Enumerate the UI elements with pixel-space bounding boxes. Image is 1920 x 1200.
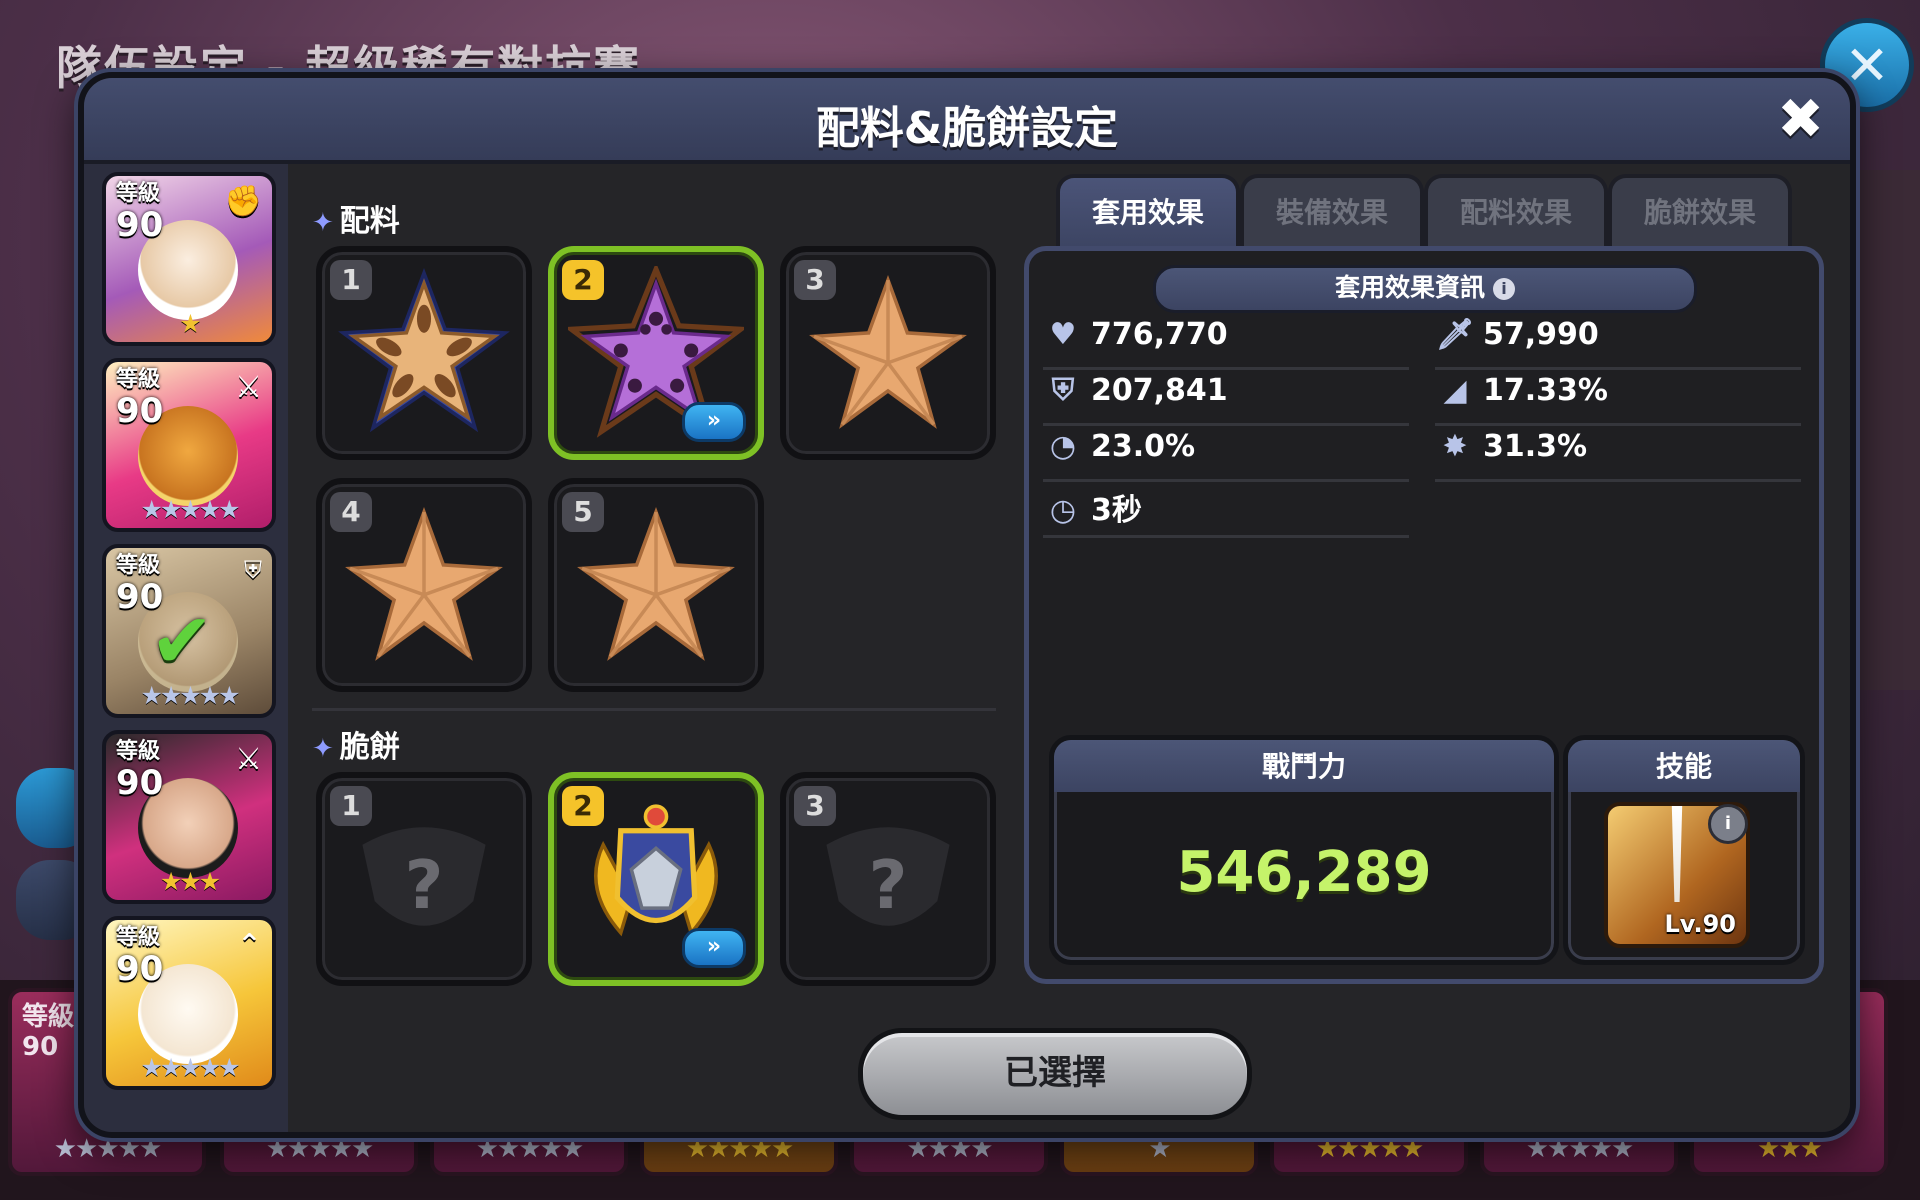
slot-number: 3 (794, 260, 836, 300)
slot-number: 2 (562, 260, 604, 300)
svg-text:?: ? (869, 846, 908, 924)
stat-defense: ⛨ 207,841 (1043, 373, 1409, 426)
level-value: 90 (116, 949, 164, 989)
cookie-roster: 等級 90 ✊ ★ 等級 90 ⚔ ★★★★★ 等級 90 ⛨ ✔ ★★★★★ … (84, 164, 288, 1132)
cookie-portrait-2[interactable]: 等級 90 ⚔ ★★★★★ (102, 358, 276, 532)
cooldown-icon: ◔ (1049, 429, 1077, 464)
topping-slot-5[interactable]: 5 (548, 478, 764, 692)
fist-icon: ✊ (224, 184, 262, 219)
sword-icon: ⚔ (235, 370, 262, 405)
cookie-portrait-4[interactable]: 等級 90 ⚔ ★★★ (102, 730, 276, 904)
stat-value: 17.33% (1483, 373, 1608, 408)
level-label: 等級 (116, 181, 161, 206)
upgrade-arrow-button[interactable]: » (682, 928, 746, 968)
topping-tart-dialog: 配料&脆餅設定 ✖ 等級 90 ✊ ★ 等級 90 ⚔ ★★★★★ 等級 90 … (78, 72, 1856, 1138)
star-rating: ★★★★★ (140, 681, 240, 710)
tab-equipment-effects[interactable]: 裝備效果 (1240, 174, 1424, 250)
upgrade-arrow-button[interactable]: » (682, 402, 746, 442)
star-rating: ★★★★★ (140, 495, 240, 524)
cookie-portrait-5[interactable]: 等級 90 ⌃ ★★★★★ (102, 916, 276, 1090)
star-rating: ★★★★★ (140, 1053, 240, 1082)
slot-number: 1 (330, 786, 372, 826)
stat-value: 207,841 (1091, 373, 1228, 408)
stat-hp: ♥ 776,770 (1043, 317, 1409, 370)
stat-value: 776,770 (1091, 317, 1228, 352)
tart-slot-3[interactable]: ? 3 (780, 772, 996, 986)
level-label: 等級 (116, 367, 161, 392)
checkmark-icon: ✔ (150, 596, 214, 685)
level-value: 90 (116, 205, 164, 245)
tab-applied-effects[interactable]: 套用效果 (1056, 174, 1240, 250)
chevron-up-icon: ⌃ (236, 928, 262, 963)
dialog-title: 配料&脆餅設定 (815, 103, 1119, 154)
stat-value: 23.0% (1091, 429, 1196, 464)
cookie-portrait-3[interactable]: 等級 90 ⛨ ✔ ★★★★★ (102, 544, 276, 718)
skill-icon[interactable]: Lv.90 i (1604, 802, 1750, 948)
star-rating: ★★★ (159, 867, 221, 896)
slot-number: 5 (562, 492, 604, 532)
tab-tart-effects[interactable]: 脆餅效果 (1608, 174, 1792, 250)
stats-panel: 套用效果資訊 i ♥ 776,770 🗡 57,990 ⛨ 207,841 ◢ 17.33… (1024, 246, 1824, 984)
selected-confirm-button[interactable]: 已選擇 (858, 1028, 1252, 1120)
svg-text:?: ? (405, 846, 444, 924)
level-value: 90 (116, 391, 164, 431)
toppings-label: 配料 (339, 204, 400, 239)
topping-slot-2[interactable]: 2 » (548, 246, 764, 460)
slot-number: 2 (562, 786, 604, 826)
topping-slot-4[interactable]: 4 (316, 478, 532, 692)
close-icon[interactable]: ✖ (1777, 92, 1824, 148)
heart-icon: ♥ (1049, 317, 1077, 352)
sparkle-icon: ✦ (312, 734, 334, 764)
section-divider (312, 708, 996, 711)
stat-timer: ◷ 3秒 (1043, 485, 1409, 538)
level-value: 90 (116, 763, 164, 803)
stat-cooldown: ◔ 23.0% (1043, 429, 1409, 482)
skill-level: Lv.90 (1664, 910, 1737, 938)
sparkle-icon: ✦ (312, 208, 334, 238)
stat-value: 31.3% (1483, 429, 1588, 464)
star-rating: ★ (179, 309, 201, 338)
combat-power-card: 戰鬥力 546,289 (1049, 735, 1559, 965)
sword-icon: ⚔ (235, 742, 262, 777)
tab-topping-effects[interactable]: 配料效果 (1424, 174, 1608, 250)
stat-attack: 🗡 57,990 (1435, 317, 1801, 370)
stat-crit: ◢ 17.33% (1435, 373, 1801, 426)
skill-card: 技能 Lv.90 i (1563, 735, 1805, 965)
tarts-section-label: ✦ 脆餅 (312, 722, 400, 766)
shield-icon: ⛨ (244, 556, 262, 584)
combat-power-value: 546,289 (1176, 840, 1432, 905)
sword-icon: 🗡 (1435, 317, 1475, 352)
tart-slot-1[interactable]: ? 1 (316, 772, 532, 986)
slot-number: 3 (794, 786, 836, 826)
stats-info-title: 套用效果資訊 (1334, 273, 1485, 302)
stats-info-header[interactable]: 套用效果資訊 i (1153, 265, 1697, 313)
level-label: 等級 (116, 925, 161, 950)
info-icon[interactable]: i (1708, 804, 1748, 844)
dialog-header: 配料&脆餅設定 ✖ (84, 78, 1850, 164)
tarts-label: 脆餅 (339, 730, 400, 765)
tart-slot-2[interactable]: 2 » (548, 772, 764, 986)
stat-burst: ✸ 31.3% (1435, 429, 1801, 482)
slot-number: 4 (330, 492, 372, 532)
slot-number: 1 (330, 260, 372, 300)
crit-icon: ◢ (1443, 373, 1467, 408)
shield-icon: ⛨ (1051, 373, 1075, 408)
combat-power-label: 戰鬥力 (1054, 740, 1554, 792)
topping-slot-3[interactable]: 3 (780, 246, 996, 460)
stat-value: 3秒 (1091, 493, 1142, 528)
topping-slot-1[interactable]: 1 (316, 246, 532, 460)
cookie-portrait-1[interactable]: 等級 90 ✊ ★ (102, 172, 276, 346)
stat-value: 57,990 (1483, 317, 1599, 352)
blade-icon (1671, 806, 1683, 902)
skill-label: 技能 (1568, 740, 1800, 792)
timer-icon: ◷ (1049, 493, 1077, 528)
level-label: 等級 (116, 739, 161, 764)
burst-icon: ✸ (1442, 429, 1468, 464)
toppings-section-label: ✦ 配料 (312, 196, 400, 240)
level-label: 等級 (116, 553, 161, 578)
info-icon[interactable]: i (1493, 278, 1515, 300)
